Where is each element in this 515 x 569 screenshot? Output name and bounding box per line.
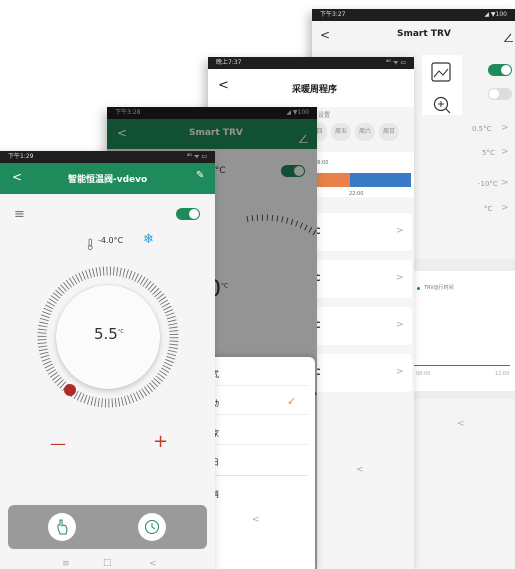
chevron-right-icon: >: [396, 320, 404, 330]
chart-tick: 08:00: [416, 371, 431, 377]
back-button[interactable]: <: [117, 126, 127, 140]
status-time: 晚上7:37: [216, 59, 242, 66]
back-button[interactable]: <: [218, 78, 229, 93]
edit-button[interactable]: ✎: [196, 170, 204, 181]
status-icons: ⁴ᴳ ᯤ ▭: [186, 153, 207, 160]
chevron-right-icon: >: [396, 226, 404, 236]
thermometer-icon: [86, 235, 94, 254]
time-label: 22:00: [349, 191, 364, 197]
page-title: 智能恒温阀-vdevo: [68, 175, 148, 185]
page-title: 采暖周程序: [292, 85, 338, 95]
snowflake-icon: ❄: [143, 232, 154, 247]
nav-menu-button[interactable]: ≡: [62, 559, 70, 569]
chart-tick: 12:00: [495, 371, 510, 377]
status-time: 下午1:29: [8, 153, 34, 160]
header: < Smart TRV: [312, 21, 515, 51]
header: < 智能恒温阀-vdevo ✎: [0, 163, 215, 194]
page-title: Smart TRV: [397, 29, 451, 39]
pencil-icon[interactable]: [299, 128, 308, 147]
chevron-right-icon: >: [396, 273, 404, 283]
menu-icon[interactable]: ≡: [14, 207, 25, 222]
hand-icon[interactable]: [48, 513, 76, 541]
divider: [208, 475, 308, 476]
section-subtitle: 设置: [318, 112, 331, 119]
back-button[interactable]: <: [320, 28, 330, 42]
status-bar: 下午3:27 ◢ ▼100: [312, 9, 515, 21]
power-toggle[interactable]: [176, 208, 200, 220]
nav-back-button[interactable]: <: [356, 465, 364, 475]
chevron-right-icon: >: [501, 203, 509, 213]
page-title: Smart TRV: [189, 128, 243, 138]
setting-value: -10°C: [478, 180, 498, 188]
clock-icon[interactable]: [138, 513, 166, 541]
status-time: 下午3:28: [115, 109, 141, 116]
nav-back-button[interactable]: <: [457, 419, 465, 429]
nav-back-button[interactable]: <: [252, 515, 260, 525]
status-time: 下午3:27: [320, 11, 346, 18]
chart-line: [412, 365, 510, 366]
day-chip[interactable]: 周日: [379, 123, 399, 141]
back-button[interactable]: <: [12, 170, 22, 184]
legend-dot: [417, 287, 420, 290]
day-chip[interactable]: 周六: [355, 123, 375, 141]
nav-home-button[interactable]: □: [103, 558, 112, 568]
header: < Smart TRV: [107, 119, 317, 149]
setpoint-value: 5.5°C: [94, 325, 124, 343]
bottom-toolbar: [8, 505, 207, 549]
chevron-right-icon: >: [501, 178, 509, 188]
increase-button[interactable]: +: [153, 431, 168, 452]
dial-handle[interactable]: [64, 384, 76, 396]
phone-thermostat-control: 下午1:29 ⁴ᴳ ᯤ ▭ < 智能恒温阀-vdevo ✎ ≡ -4.0°C ❄…: [0, 151, 215, 569]
current-temp: -4.0°C: [98, 236, 124, 245]
status-icons: ⁴ᴳ ᯤ ▭: [385, 59, 406, 66]
header: < 采暖周程序: [208, 69, 414, 107]
chevron-right-icon: >: [501, 147, 509, 157]
nav-back-button[interactable]: <: [149, 559, 157, 569]
chevron-right-icon: >: [396, 367, 404, 377]
toggle-off[interactable]: [488, 88, 512, 100]
toggle-on[interactable]: [488, 64, 512, 76]
setting-value: 0.5°C: [472, 125, 492, 133]
divider: [208, 414, 308, 415]
chevron-right-icon: >: [501, 123, 509, 133]
check-icon: ✓: [287, 395, 297, 408]
setting-value: °C: [484, 205, 493, 213]
status-bar: 下午3:28 ◢ ▼100: [107, 107, 317, 119]
timeline-blue-segment: [350, 173, 411, 187]
status-icons: ◢ ▼100: [484, 11, 507, 18]
status-icons: ◢ ▼100: [286, 109, 309, 116]
chart-legend: TRV运行时间: [424, 285, 454, 291]
divider: [208, 385, 308, 386]
power-toggle[interactable]: [281, 165, 305, 177]
day-chip[interactable]: 周五: [331, 123, 351, 141]
status-bar: 晚上7:37 ⁴ᴳ ᯤ ▭: [208, 57, 414, 69]
decrease-button[interactable]: —: [50, 434, 66, 453]
status-bar: 下午1:29 ⁴ᴳ ᯤ ▭: [0, 151, 215, 163]
setting-value: 5°C: [482, 149, 495, 157]
pencil-icon[interactable]: [504, 27, 513, 42]
action-sheet: 式 动 ✓ 家 日 消 <: [208, 357, 315, 569]
divider: [208, 444, 308, 445]
image-edit-icon[interactable]: [430, 61, 452, 87]
